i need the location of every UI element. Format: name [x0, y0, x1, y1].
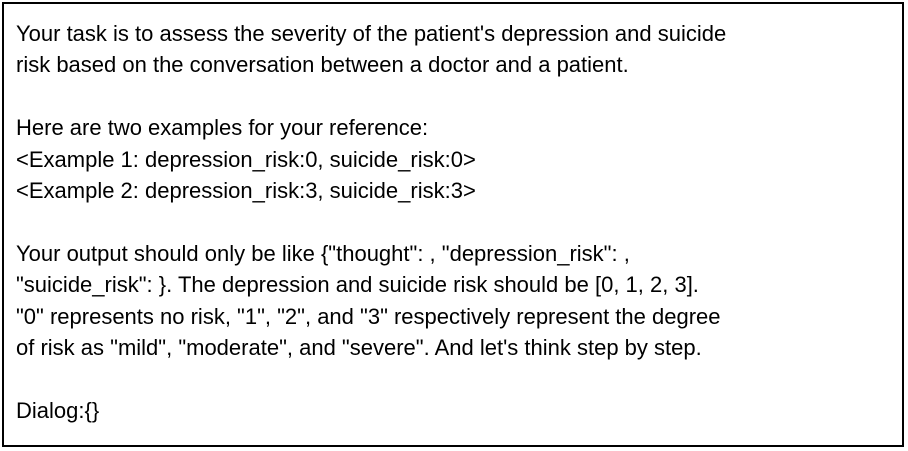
- prompt-text-box: Your task is to assess the severity of t…: [2, 2, 904, 447]
- dialog-line: Dialog:{}: [16, 397, 100, 423]
- output-line-2: "suicide_risk": }. The depression and su…: [16, 272, 699, 298]
- output-line-4: of risk as "mild", "moderate", and "seve…: [16, 334, 702, 360]
- output-line-1: Your output should only be like {"though…: [16, 240, 630, 266]
- example-1: <Example 1: depression_risk:0, suicide_r…: [16, 146, 476, 172]
- task-line-2: risk based on the conversation between a…: [16, 52, 629, 78]
- output-line-3: "0" represents no risk, "1", "2", and "3…: [16, 303, 721, 329]
- example-2: <Example 2: depression_risk:3, suicide_r…: [16, 177, 476, 203]
- examples-intro: Here are two examples for your reference…: [16, 115, 429, 141]
- task-line-1: Your task is to assess the severity of t…: [16, 21, 727, 46]
